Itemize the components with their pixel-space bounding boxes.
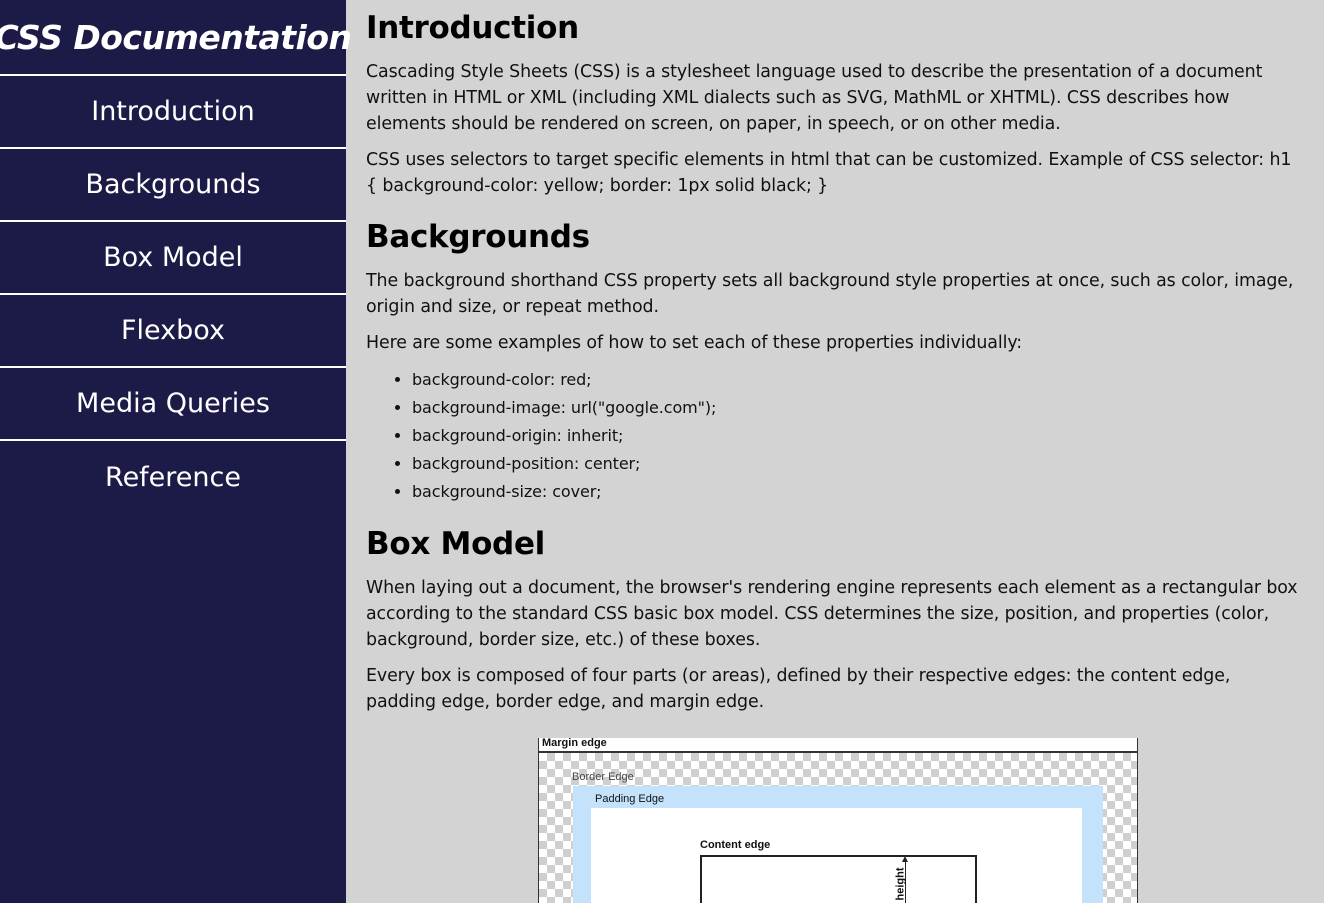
paragraph: Every box is composed of four parts (or … xyxy=(366,666,1231,712)
nav-link-media-queries[interactable]: Media Queries xyxy=(0,368,346,441)
paragraph: Here are some examples of how to set eac… xyxy=(366,333,1023,353)
nav-link-introduction[interactable]: Introduction xyxy=(0,76,346,149)
margin-edge-label: Margin edge xyxy=(542,737,607,749)
list-item: background-size: cover; xyxy=(412,478,1304,506)
paragraph: Cascading Style Sheets (CSS) is a styles… xyxy=(366,62,1263,134)
content-edge-label: Content edge xyxy=(700,839,771,851)
nav-link-flexbox[interactable]: Flexbox xyxy=(0,295,346,368)
padding-edge-label: Padding Edge xyxy=(595,793,665,805)
nav-link-box-model[interactable]: Box Model xyxy=(0,222,346,295)
section-heading: Box Model xyxy=(366,526,546,562)
list-item: background-position: center; xyxy=(412,450,1304,478)
property-list: background-color: red; background-image:… xyxy=(412,366,1304,506)
box-model-diagram: Margin edge Border Edge Padding Edge Con… xyxy=(538,737,1138,903)
nav-link-backgrounds[interactable]: Backgrounds xyxy=(0,149,346,222)
paragraph: When laying out a document, the browser'… xyxy=(366,578,1298,650)
sidebar-nav: CSS Documentation Introduction Backgroun… xyxy=(0,0,352,903)
paragraph: The background shorthand CSS property se… xyxy=(366,271,1294,317)
section-heading: Introduction xyxy=(366,10,579,46)
list-item: background-image: url("google.com"); xyxy=(412,394,1304,422)
content-edge-box xyxy=(700,855,977,903)
list-item: background-origin: inherit; xyxy=(412,422,1304,450)
height-label: height xyxy=(894,867,907,901)
section-heading: Backgrounds xyxy=(366,219,590,255)
list-item: background-color: red; xyxy=(412,366,1304,394)
nav-title: CSS Documentation xyxy=(0,0,352,76)
nav-link-reference[interactable]: Reference xyxy=(0,441,346,514)
section-box-model: Box Model When laying out a document, th… xyxy=(366,524,1304,715)
section-backgrounds: Backgrounds The background shorthand CSS… xyxy=(366,217,1304,506)
section-introduction: Introduction Cascading Style Sheets (CSS… xyxy=(366,8,1304,199)
main-content: Introduction Cascading Style Sheets (CSS… xyxy=(346,0,1324,903)
border-edge-label: Border Edge xyxy=(572,771,634,783)
paragraph: CSS uses selectors to target specific el… xyxy=(366,150,1292,196)
